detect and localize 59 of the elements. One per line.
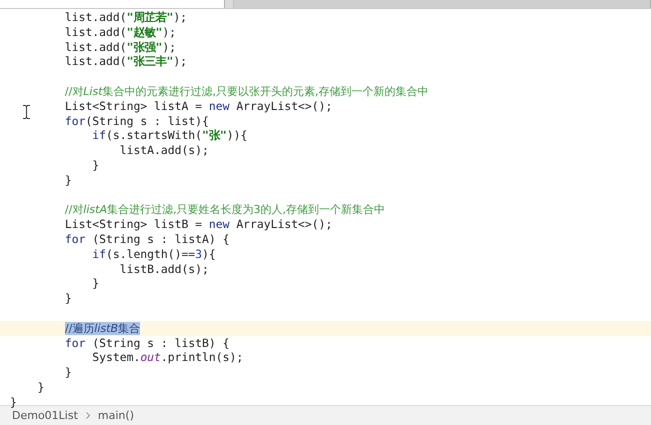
code-comment: listA [83,203,107,216]
code-text: list.add( [64,54,127,68]
breadcrumb-item[interactable]: main() [98,409,134,422]
code-comment: //对 [64,84,84,98]
number-literal: 3 [195,246,202,261]
keyword: for [64,232,86,246]
code-text: List<String> listB = [64,217,204,232]
text-cursor-icon [23,105,30,119]
editor-tab[interactable] [233,0,651,8]
code-comment: //对 [64,203,84,216]
breadcrumb-item[interactable]: Demo01List [12,409,78,422]
selected-comment: //遍历 [64,322,94,335]
code-text: } [64,172,72,187]
keyword: new [208,217,230,232]
code-text: ){ [202,246,216,261]
code-text: ); [162,24,176,39]
string-literal: "周芷若" [126,10,174,24]
code-text: ArrayList<>(); [236,217,332,232]
code-comment: 集合中的元素进行过滤,只要以张开头的元素,存储到一个新的集合中 [102,84,429,98]
selected-comment: listB [94,322,118,335]
code-text: List<String> listA = [64,98,204,113]
code-text: (String s : list){ [85,114,209,128]
code-text: (String s : listB) { [92,336,230,350]
code-text: listB.add(s); [120,262,209,276]
code-text: ); [173,10,188,24]
keyword: for [64,114,86,128]
code-text: } [92,158,100,172]
keyword: if [92,128,106,142]
code-comment: List [83,84,103,98]
keyword: for [64,336,86,350]
keyword: new [208,98,230,113]
code-text: } [64,365,72,380]
keyword: if [92,246,106,261]
code-text: } [37,380,44,394]
code-text: list.add( [64,24,127,39]
string-literal: "赵敏" [126,24,162,39]
code-text: (s.length()== [106,246,196,261]
code-comment: 集合进行过滤,只要姓名长度为3的人,存储到一个新集合中 [106,203,385,216]
chevron-icon [86,412,90,419]
code-text: .println(s); [160,350,244,364]
code-text: ); [162,40,176,54]
field-name: out [140,350,161,364]
code-text: } [92,276,100,290]
code-text: listA.add(s); [120,143,209,158]
selected-comment: 集合 [118,322,140,335]
code-text: list.add( [64,40,127,54]
string-literal: "张三丰" [126,54,174,68]
code-text: list.add( [64,10,127,24]
code-text: ); [173,54,188,68]
code-text: ArrayList<>(); [236,98,332,113]
code-text: } [64,291,72,306]
code-text: )){ [226,128,248,142]
code-text: } [10,394,17,409]
string-literal: "张" [202,128,227,142]
code-text: (s.startsWith( [106,128,202,142]
code-text: System. [92,350,140,364]
editor-tab[interactable] [0,0,226,8]
string-literal: "张强" [126,40,162,54]
code-text: (String s : listA) { [92,232,230,246]
